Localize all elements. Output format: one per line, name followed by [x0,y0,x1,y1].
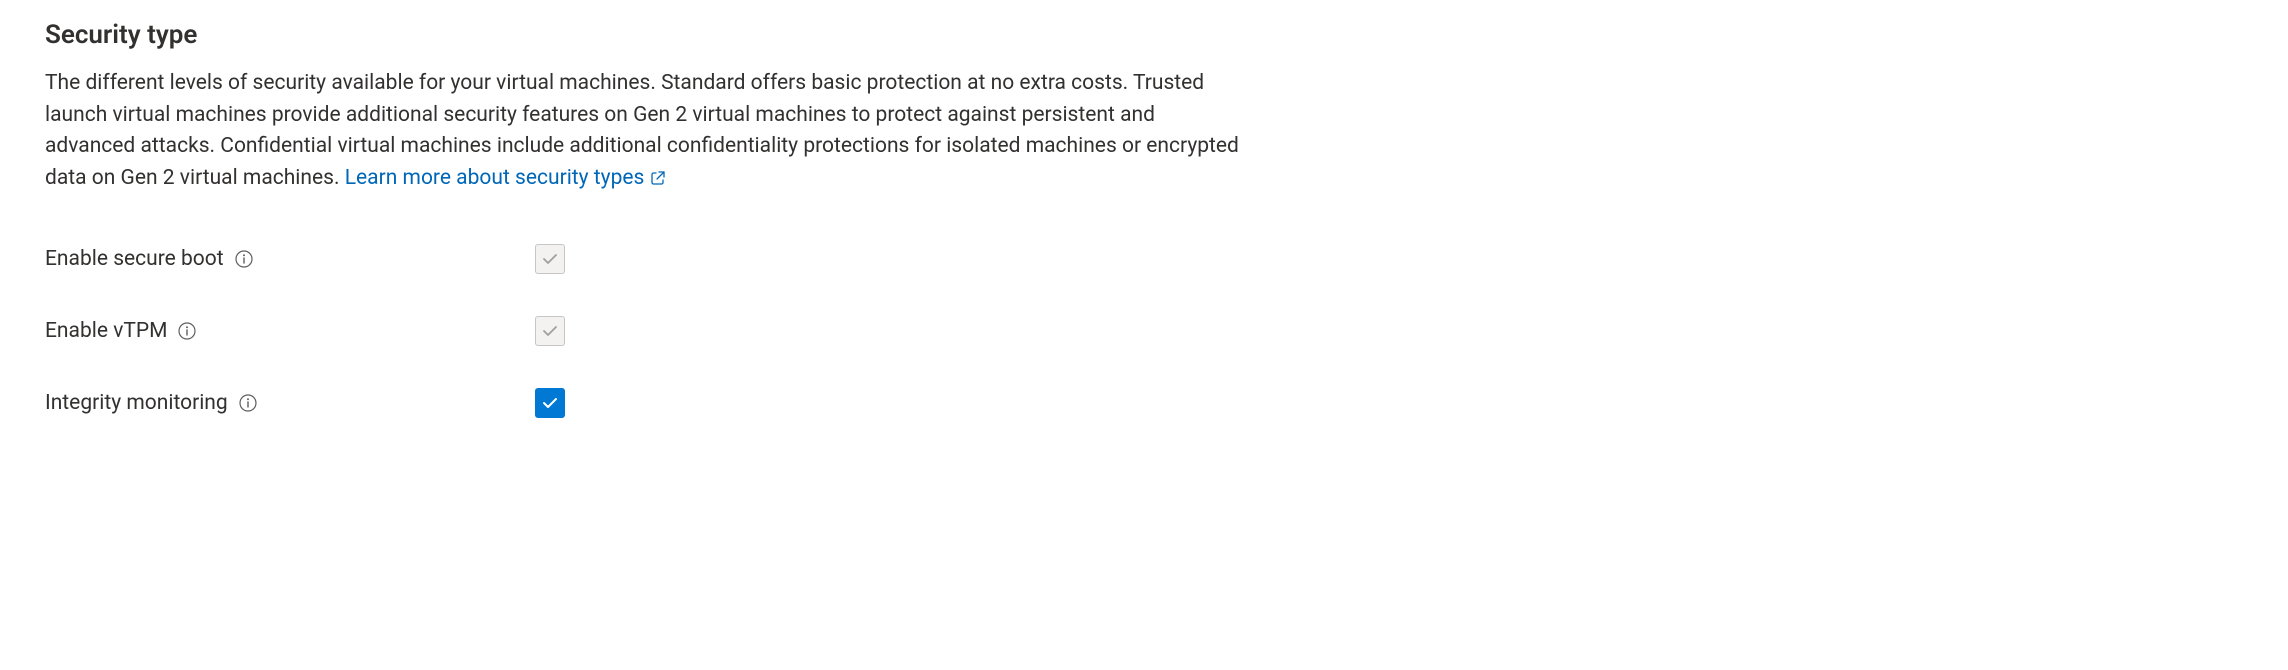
vtpm-label: Enable vTPM [45,319,167,343]
section-heading: Security type [45,20,2243,50]
vtpm-checkbox[interactable] [535,316,565,346]
secure-boot-checkbox[interactable] [535,244,565,274]
field-label-wrap: Enable vTPM [45,319,535,343]
info-icon[interactable] [238,393,258,413]
field-label-wrap: Enable secure boot [45,247,535,271]
secure-boot-label: Enable secure boot [45,247,224,271]
info-icon[interactable] [234,249,254,269]
section-description: The different levels of security availab… [45,68,1245,194]
learn-more-label: Learn more about security types [345,163,645,195]
field-row-secure-boot: Enable secure boot [45,244,2243,274]
external-link-icon [650,170,666,186]
field-row-vtpm: Enable vTPM [45,316,2243,346]
learn-more-link[interactable]: Learn more about security types [345,163,667,195]
field-label-wrap: Integrity monitoring [45,391,535,415]
integrity-monitoring-checkbox[interactable] [535,388,565,418]
info-icon[interactable] [177,321,197,341]
integrity-monitoring-label: Integrity monitoring [45,391,228,415]
field-row-integrity-monitoring: Integrity monitoring [45,388,2243,418]
